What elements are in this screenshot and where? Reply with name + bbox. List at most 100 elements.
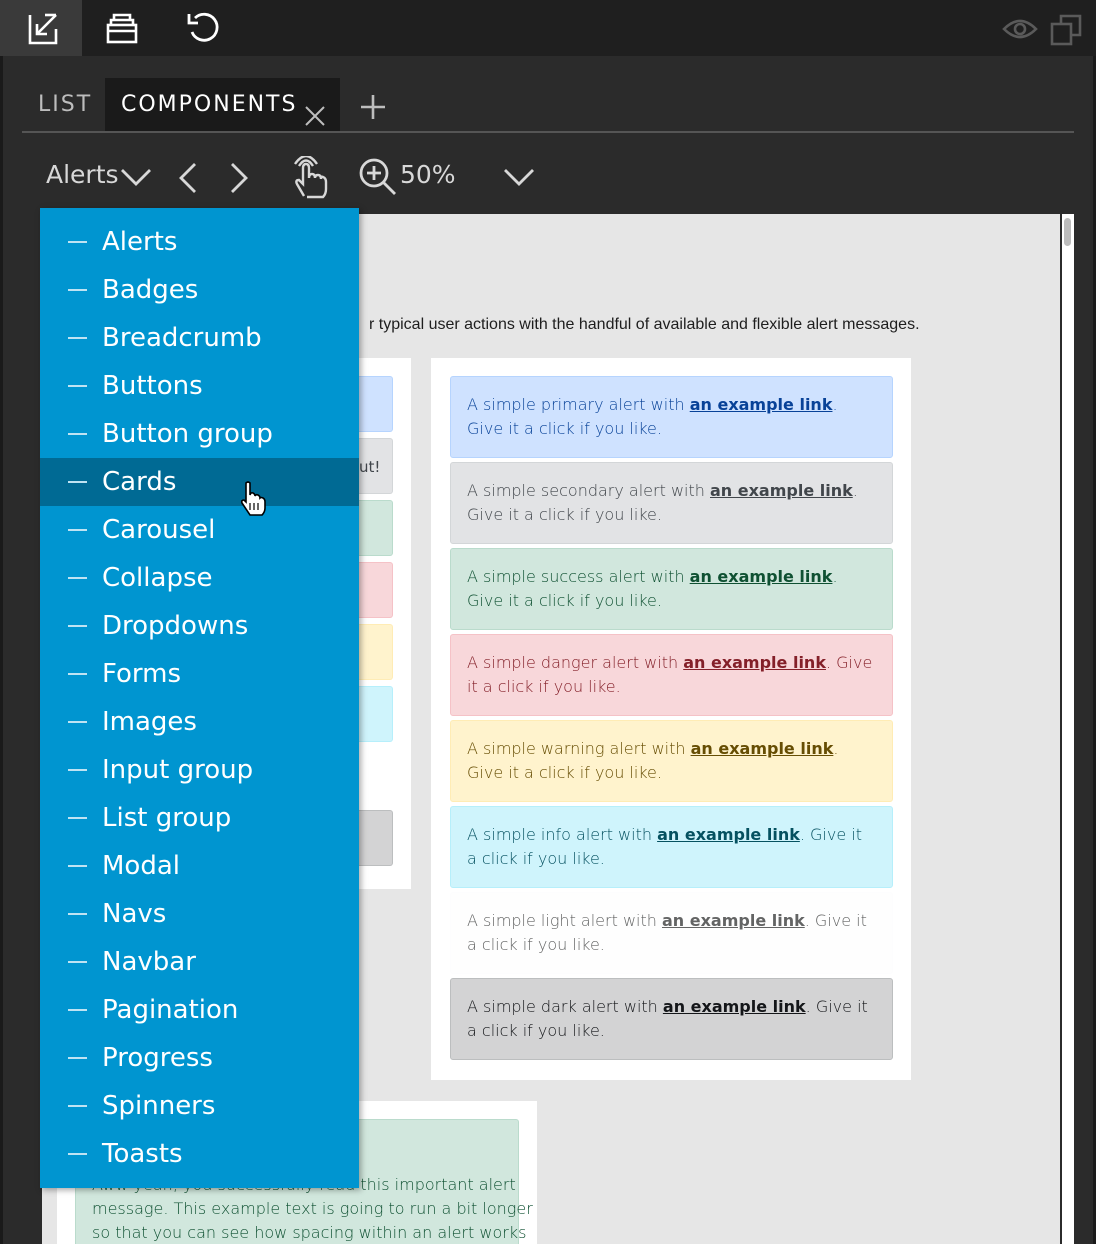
dash-icon <box>68 433 87 435</box>
eye-icon[interactable] <box>1002 17 1038 45</box>
alert-text: A simple dark alert with <box>467 997 663 1016</box>
undo-icon[interactable] <box>185 10 221 46</box>
scrollbar-thumb[interactable] <box>1064 218 1071 246</box>
dash-icon <box>68 1009 87 1011</box>
alert-dark: A simple dark alert with an example link… <box>450 978 893 1060</box>
dropdown-item-label: Cards <box>102 467 177 497</box>
dropdown-item-cards[interactable]: Cards <box>40 458 359 506</box>
alert-primary: A simple primary alert with an example l… <box>450 376 893 458</box>
tab-list[interactable]: LIST <box>22 78 105 131</box>
alert-text: A simple info alert with <box>467 825 658 844</box>
dropdown-item-modal[interactable]: Modal <box>40 842 359 890</box>
alert-link[interactable]: an example link <box>710 481 853 500</box>
alert-text: A simple light alert with <box>467 911 662 930</box>
alert-success: A simple success alert with an example l… <box>450 548 893 630</box>
dropdown-item-navs[interactable]: Navs <box>40 890 359 938</box>
dropdown-item-list-group[interactable]: List group <box>40 794 359 842</box>
partial-alert-text: ut! <box>359 458 381 476</box>
alert-link[interactable]: an example link <box>657 825 800 844</box>
dropdown-item-buttons[interactable]: Buttons <box>40 362 359 410</box>
dropdown-item-label: Button group <box>102 419 273 449</box>
dash-icon <box>68 1153 87 1155</box>
partial-dark-alert <box>359 810 393 866</box>
vertical-scrollbar[interactable] <box>1062 214 1074 1244</box>
dropdown-item-input-group[interactable]: Input group <box>40 746 359 794</box>
dropdown-item-images[interactable]: Images <box>40 698 359 746</box>
tabs-divider <box>22 131 1074 133</box>
previous-icon[interactable] <box>178 162 198 198</box>
dash-icon <box>68 913 87 915</box>
partial-info-alert <box>359 686 393 742</box>
dropdown-item-label: Images <box>102 707 197 737</box>
dropdown-item-label: Breadcrumb <box>102 323 262 353</box>
dash-icon <box>68 1057 87 1059</box>
import-icon[interactable] <box>26 12 60 46</box>
dropdown-item-label: Forms <box>102 659 182 689</box>
top-toolbar <box>0 0 1096 56</box>
dropdown-item-collapse[interactable]: Collapse <box>40 554 359 602</box>
dropdown-item-label: List group <box>102 803 232 833</box>
category-selector-label: Alerts <box>46 160 119 189</box>
dropdown-item-pagination[interactable]: Pagination <box>40 986 359 1034</box>
dropdown-item-label: Badges <box>102 275 199 305</box>
dropdown-item-badges[interactable]: Badges <box>40 266 359 314</box>
alert-danger: A simple danger alert with an example li… <box>450 634 893 716</box>
dropdown-item-label: Pagination <box>102 995 239 1025</box>
alert-text: A simple secondary alert with <box>467 481 710 500</box>
more-options-chevron-icon[interactable] <box>503 167 535 191</box>
zoom-level[interactable]: 50% <box>400 160 456 189</box>
dash-icon <box>68 769 87 771</box>
dropdown-item-label: Spinners <box>102 1091 216 1121</box>
intro-paragraph: r typical user actions with the handful … <box>369 316 920 333</box>
add-tab-icon[interactable] <box>360 94 386 124</box>
next-icon[interactable] <box>229 162 249 198</box>
close-tab-icon[interactable] <box>304 94 326 147</box>
alert-link[interactable]: an example link <box>690 395 833 414</box>
tab-components-label: COMPONENTS <box>121 92 298 117</box>
tab-components[interactable]: COMPONENTS <box>105 78 340 131</box>
dropdown-item-alerts[interactable]: Alerts <box>40 218 359 266</box>
dropdown-item-navbar[interactable]: Navbar <box>40 938 359 986</box>
dash-icon <box>68 721 87 723</box>
dropdown-item-button-group[interactable]: Button group <box>40 410 359 458</box>
dash-icon <box>68 625 87 627</box>
dropdown-item-label: Progress <box>102 1043 213 1073</box>
dropdown-item-label: Input group <box>102 755 254 785</box>
dropdown-item-dropdowns[interactable]: Dropdowns <box>40 602 359 650</box>
chevron-down-icon[interactable] <box>120 167 152 191</box>
dropdown-item-label: Buttons <box>102 371 203 401</box>
duplicate-windows-icon[interactable] <box>1049 13 1083 51</box>
tab-list-label: LIST <box>38 92 93 117</box>
dash-icon <box>68 865 87 867</box>
category-selector[interactable]: Alerts <box>46 160 119 189</box>
alert-text: A simple success alert with <box>467 567 690 586</box>
archive-icon[interactable] <box>105 11 139 45</box>
dropdown-item-forms[interactable]: Forms <box>40 650 359 698</box>
alert-link[interactable]: an example link <box>691 739 834 758</box>
dropdown-item-progress[interactable]: Progress <box>40 1034 359 1082</box>
alert-link[interactable]: an example link <box>683 653 826 672</box>
alert-link[interactable]: an example link <box>663 997 806 1016</box>
dropdown-item-toasts[interactable]: Toasts <box>40 1130 359 1178</box>
alert-link[interactable]: an example link <box>662 911 805 930</box>
dropdown-item-spinners[interactable]: Spinners <box>40 1082 359 1130</box>
dash-icon <box>68 961 87 963</box>
dash-icon <box>68 817 87 819</box>
dash-icon <box>68 577 87 579</box>
alert-warning: A simple warning alert with an example l… <box>450 720 893 802</box>
zoom-icon[interactable] <box>358 157 398 201</box>
hand-cursor-icon <box>238 481 270 521</box>
touch-gesture-icon[interactable] <box>291 154 329 204</box>
dropdown-item-carousel[interactable]: Carousel <box>40 506 359 554</box>
alert-long-line: so that you can see how spacing within a… <box>92 1223 527 1242</box>
dash-icon <box>68 1105 87 1107</box>
dropdown-item-label: Collapse <box>102 563 213 593</box>
dash-icon <box>68 337 87 339</box>
dropdown-item-breadcrumb[interactable]: Breadcrumb <box>40 314 359 362</box>
partial-success-alert <box>359 500 393 556</box>
alert-text: A simple primary alert with <box>467 395 690 414</box>
dropdown-item-label: Modal <box>102 851 180 881</box>
dropdown-item-label: Navs <box>102 899 167 929</box>
alert-link[interactable]: an example link <box>690 567 833 586</box>
zoom-level-value: 50% <box>400 160 456 189</box>
